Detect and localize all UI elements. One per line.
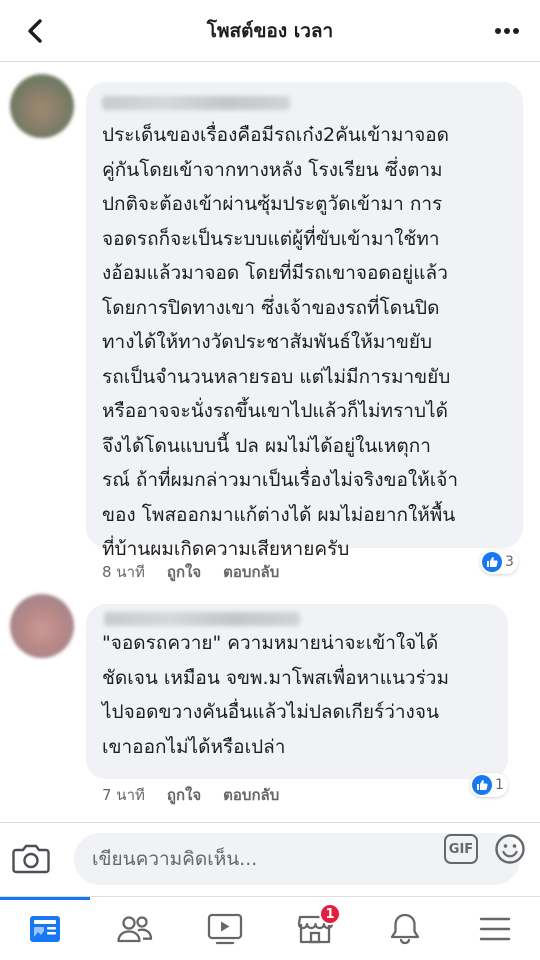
- like-button[interactable]: ถูกใจ: [167, 783, 201, 807]
- thumbs-up-icon: [472, 775, 492, 795]
- back-button[interactable]: [18, 14, 52, 48]
- like-button[interactable]: ถูกใจ: [167, 560, 201, 584]
- tab-friends[interactable]: [113, 909, 157, 949]
- gif-label: GIF: [448, 841, 474, 857]
- reaction-count[interactable]: 1: [470, 773, 508, 797]
- comment-composer: เขียนความคิดเห็น... GIF: [0, 822, 540, 896]
- news-feed-icon: [30, 916, 60, 942]
- reaction-count-value: 3: [505, 554, 514, 570]
- comment-text: ประเด็นของเรื่องคือมีรถเก๋ง2คันเข้ามาจอด…: [102, 124, 459, 560]
- bell-icon: [390, 913, 420, 945]
- author-name-redacted[interactable]: [102, 96, 290, 110]
- tab-notifications[interactable]: [383, 909, 427, 949]
- comment-actions: 8 นาที ถูกใจ ตอบกลับ: [102, 560, 279, 584]
- bottom-navigation: 1: [0, 896, 540, 960]
- page-title: โพสต์ของ เวลา: [206, 19, 334, 42]
- comment-bubble[interactable]: "จอดรถควาย" ความหมายน่าจะเข้าใจได้ ชัดเจ…: [86, 604, 508, 779]
- top-bar: โพสต์ของ เวลา: [0, 0, 540, 62]
- comment-input-placeholder: เขียนความคิดเห็น...: [92, 848, 258, 870]
- thumbs-up-icon: [482, 552, 502, 572]
- chevron-left-icon: [28, 19, 42, 43]
- hamburger-menu-icon: [479, 917, 511, 941]
- camera-icon: [12, 844, 50, 874]
- comment-text: "จอดรถควาย" ความหมายน่าจะเข้าใจได้ ชัดเจ…: [102, 632, 450, 758]
- notification-badge: 1: [319, 903, 341, 925]
- emoji-button[interactable]: [494, 833, 526, 865]
- reply-button[interactable]: ตอบกลับ: [223, 783, 279, 807]
- reply-button[interactable]: ตอบกลับ: [223, 560, 279, 584]
- author-name-redacted[interactable]: [104, 612, 300, 626]
- active-tab-indicator: [0, 897, 90, 900]
- camera-button[interactable]: [12, 841, 52, 877]
- tab-menu[interactable]: [473, 909, 517, 949]
- tab-watch[interactable]: [203, 909, 247, 949]
- tab-marketplace[interactable]: 1: [293, 903, 341, 949]
- avatar[interactable]: [10, 594, 74, 658]
- reaction-count[interactable]: 3: [480, 550, 518, 574]
- comment-actions: 7 นาที ถูกใจ ตอบกลับ: [102, 783, 279, 807]
- more-icon: [495, 28, 519, 34]
- friends-icon: [117, 916, 153, 943]
- tab-news-feed[interactable]: [23, 909, 67, 949]
- comment-time: 7 นาที: [102, 786, 145, 804]
- comment-bubble[interactable]: ประเด็นของเรื่องคือมีรถเก๋ง2คันเข้ามาจอด…: [86, 82, 523, 560]
- reaction-count-value: 1: [495, 777, 504, 793]
- more-options-button[interactable]: [490, 14, 524, 48]
- avatar[interactable]: [10, 74, 74, 138]
- comment-time: 8 นาที: [102, 563, 145, 581]
- watch-video-icon: [207, 913, 243, 945]
- gif-button[interactable]: GIF: [444, 834, 478, 864]
- smiley-icon: [495, 834, 525, 864]
